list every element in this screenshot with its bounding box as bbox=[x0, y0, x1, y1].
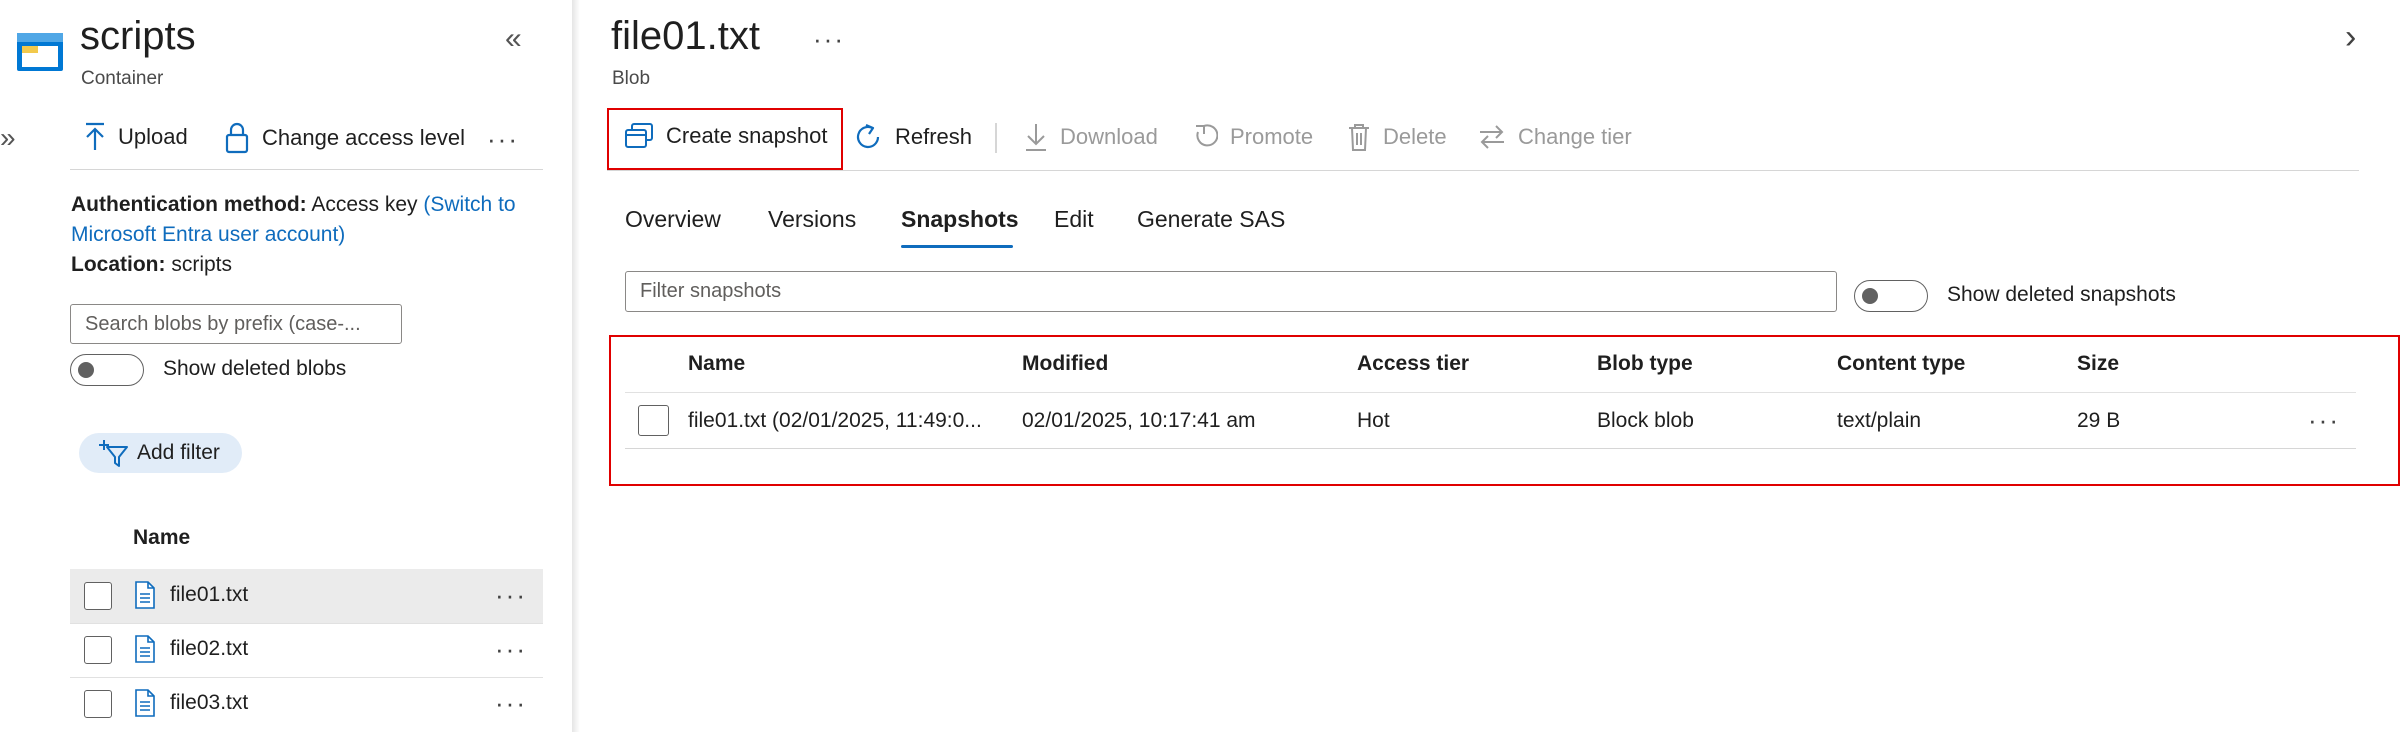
row-checkbox[interactable] bbox=[84, 582, 112, 610]
snapshot-name[interactable]: file01.txt (02/01/2025, 11:49:0... bbox=[688, 409, 982, 433]
blob-title: file01.txt bbox=[611, 14, 760, 58]
show-deleted-blobs-toggle[interactable] bbox=[70, 354, 144, 386]
tab-versions[interactable]: Versions bbox=[768, 206, 856, 233]
container-icon bbox=[16, 32, 64, 72]
delete-label: Delete bbox=[1383, 124, 1447, 149]
file-icon bbox=[134, 635, 156, 663]
promote-icon bbox=[1192, 122, 1218, 152]
location-label: Location: bbox=[71, 253, 166, 276]
tab-edit[interactable]: Edit bbox=[1054, 206, 1094, 233]
upload-label: Upload bbox=[118, 124, 188, 149]
snapshot-access-tier: Hot bbox=[1357, 409, 1390, 432]
container-subtitle: Container bbox=[81, 68, 164, 89]
table-row[interactable]: file03.txt ··· bbox=[70, 677, 543, 731]
download-label: Download bbox=[1060, 124, 1158, 149]
file-icon bbox=[134, 689, 156, 717]
row-checkbox[interactable] bbox=[84, 690, 112, 718]
auth-method-label: Authentication method: bbox=[71, 193, 307, 216]
col-header-access-tier: Access tier bbox=[1357, 352, 1470, 375]
blade-divider bbox=[572, 0, 580, 732]
table-row[interactable]: file01.txt (02/01/2025, 11:49:0... 02/01… bbox=[625, 393, 2356, 449]
snapshot-content-type: text/plain bbox=[1837, 409, 1922, 432]
file-name[interactable]: file01.txt bbox=[170, 583, 248, 607]
container-blade: scripts Container « » Upload Change acce… bbox=[0, 0, 572, 732]
delete-button[interactable]: Delete bbox=[1347, 122, 1447, 152]
col-header-modified: Modified bbox=[1022, 352, 1109, 375]
lock-icon bbox=[224, 122, 250, 154]
row-more-button[interactable]: ··· bbox=[495, 636, 527, 662]
row-checkbox[interactable] bbox=[638, 405, 669, 436]
row-more-button[interactable]: ··· bbox=[495, 690, 527, 716]
change-access-level-button[interactable]: Change access level bbox=[224, 122, 465, 154]
show-deleted-snapshots-toggle[interactable] bbox=[1854, 280, 1928, 312]
file-name[interactable]: file03.txt bbox=[170, 691, 248, 715]
download-icon bbox=[1024, 122, 1048, 152]
search-blobs-input[interactable]: Search blobs by prefix (case-... bbox=[70, 304, 402, 344]
file-icon bbox=[134, 581, 156, 609]
snapshot-row-more-button[interactable]: ··· bbox=[2308, 407, 2340, 433]
change-access-level-label: Change access level bbox=[262, 125, 466, 150]
filter-snapshots-input[interactable]: Filter snapshots bbox=[625, 271, 1837, 312]
blob-more-button[interactable]: ··· bbox=[813, 26, 845, 52]
snapshots-table: Name Modified Access tier Blob type Cont… bbox=[625, 343, 2356, 449]
file-name[interactable]: file02.txt bbox=[170, 637, 248, 661]
col-header-blob-type: Blob type bbox=[1597, 352, 1693, 375]
add-filter-label: Add filter bbox=[137, 441, 220, 464]
tab-generate-sas[interactable]: Generate SAS bbox=[1137, 206, 1285, 233]
upload-button[interactable]: Upload bbox=[84, 122, 188, 152]
swap-arrows-icon bbox=[1478, 122, 1506, 152]
refresh-label: Refresh bbox=[895, 124, 973, 149]
col-header-name: Name bbox=[688, 352, 746, 375]
promote-label: Promote bbox=[1230, 124, 1314, 149]
snapshot-icon bbox=[624, 122, 654, 150]
auth-info: Authentication method: Access key (Switc… bbox=[71, 190, 551, 250]
promote-button[interactable]: Promote bbox=[1192, 122, 1313, 152]
col-header-size: Size bbox=[2077, 352, 2120, 375]
toolbar-divider bbox=[607, 170, 2359, 171]
add-filter-button[interactable]: Add filter bbox=[79, 433, 242, 473]
snapshot-size: 29 B bbox=[2077, 409, 2121, 432]
expand-menu-icon[interactable]: » bbox=[0, 122, 16, 154]
delete-icon bbox=[1347, 122, 1371, 152]
table-row[interactable]: file01.txt ··· bbox=[70, 569, 543, 624]
toolbar-separator bbox=[995, 123, 997, 153]
toolbar-divider bbox=[70, 169, 543, 170]
add-filter-icon bbox=[97, 438, 129, 468]
tab-snapshots[interactable]: Snapshots bbox=[901, 206, 1019, 233]
show-deleted-snapshots-label: Show deleted snapshots bbox=[1947, 283, 2176, 306]
refresh-button[interactable]: Refresh bbox=[853, 122, 972, 152]
create-snapshot-button[interactable]: Create snapshot bbox=[624, 122, 827, 150]
auth-method-value: Access key bbox=[311, 193, 418, 216]
refresh-icon bbox=[853, 122, 883, 152]
row-checkbox[interactable] bbox=[84, 636, 112, 664]
snapshot-blob-type: Block blob bbox=[1597, 409, 1694, 432]
snapshot-modified: 02/01/2025, 10:17:41 am bbox=[1022, 409, 1256, 432]
table-row[interactable]: file02.txt ··· bbox=[70, 623, 543, 678]
location-value: scripts bbox=[171, 253, 233, 276]
collapse-blade-icon[interactable]: « bbox=[505, 22, 522, 56]
upload-icon bbox=[84, 122, 106, 152]
container-title: scripts bbox=[80, 14, 196, 58]
active-tab-indicator bbox=[901, 245, 1013, 248]
chevron-right-icon[interactable]: › bbox=[2345, 18, 2356, 57]
create-snapshot-label: Create snapshot bbox=[666, 123, 828, 148]
row-more-button[interactable]: ··· bbox=[495, 582, 527, 608]
change-tier-button[interactable]: Change tier bbox=[1478, 122, 1632, 152]
blob-subtitle: Blob bbox=[612, 68, 651, 89]
download-button[interactable]: Download bbox=[1024, 122, 1158, 152]
show-deleted-blobs-label: Show deleted blobs bbox=[163, 357, 347, 380]
tab-overview[interactable]: Overview bbox=[625, 206, 721, 233]
blob-list-name-header: Name bbox=[133, 526, 191, 549]
left-toolbar-more-button[interactable]: ··· bbox=[487, 126, 519, 152]
change-tier-label: Change tier bbox=[1518, 124, 1632, 149]
col-header-content-type: Content type bbox=[1837, 352, 1966, 375]
location-info: Location: scripts bbox=[71, 250, 232, 280]
